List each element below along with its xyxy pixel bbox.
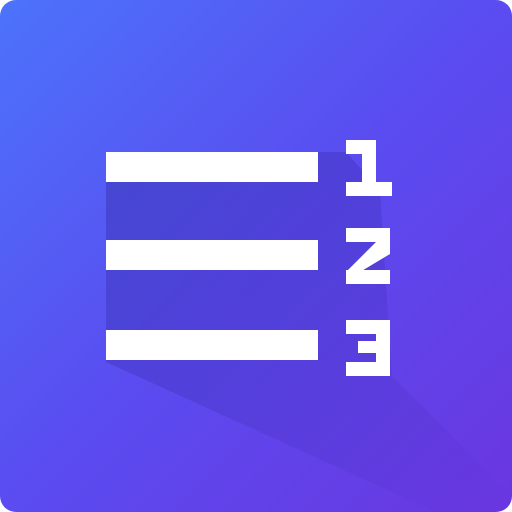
- list-line-2: [106, 240, 318, 270]
- numbered-list-icon-graphic: [0, 0, 512, 512]
- list-line-1: [106, 152, 318, 182]
- list-line-3: [106, 330, 318, 360]
- numbered-list-app-icon[interactable]: [0, 0, 512, 512]
